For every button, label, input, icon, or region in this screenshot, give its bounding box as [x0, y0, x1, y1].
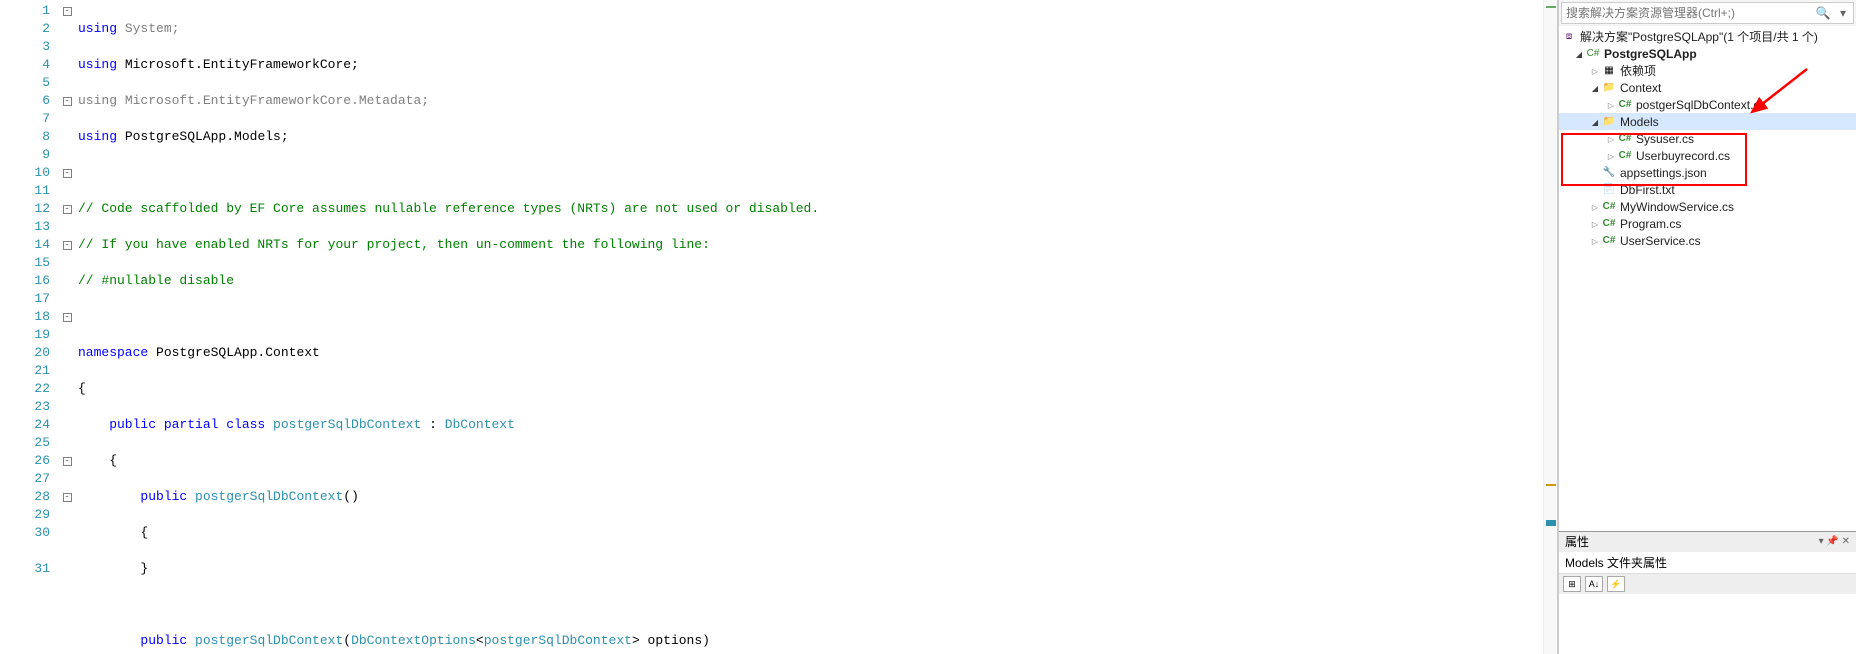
properties-title: 属性	[1565, 532, 1589, 552]
file-userservice[interactable]: C# UserService.cs	[1559, 232, 1856, 249]
project-node[interactable]: C# PostgreSQLApp	[1559, 45, 1856, 62]
file-label: DbFirst.txt	[1620, 183, 1675, 197]
fold-icon[interactable]: -	[63, 97, 72, 106]
cs-file-icon: C#	[1617, 131, 1633, 147]
deps-node[interactable]: ▦ 依赖项	[1559, 62, 1856, 79]
cs-file-icon: C#	[1601, 199, 1617, 215]
properties-grid[interactable]	[1559, 594, 1856, 654]
json-file-icon: 🔧	[1601, 165, 1617, 181]
solution-explorer: 🔍 ▾ ⧈ 解决方案"PostgreSQLApp"(1 个项目/共 1 个) C…	[1558, 0, 1856, 654]
solution-node[interactable]: ⧈ 解决方案"PostgreSQLApp"(1 个项目/共 1 个)	[1559, 28, 1856, 45]
file-label: UserService.cs	[1620, 234, 1701, 248]
folder-context[interactable]: 📁 Context	[1559, 79, 1856, 96]
fold-icon[interactable]: -	[63, 205, 72, 214]
fold-icon[interactable]: -	[63, 241, 72, 250]
folder-label: Models	[1620, 115, 1659, 129]
search-icon[interactable]: 🔍	[1813, 6, 1833, 20]
categorize-icon[interactable]: ⊞	[1563, 576, 1581, 592]
fold-icon[interactable]: -	[63, 169, 72, 178]
file-dbfirst[interactable]: 📄 DbFirst.txt	[1559, 181, 1856, 198]
csproj-icon: C#	[1585, 46, 1601, 62]
app-root: 1234567891011121314151617181920212223242…	[0, 0, 1856, 654]
solution-icon: ⧈	[1561, 29, 1577, 45]
expand-icon[interactable]	[1573, 49, 1585, 59]
file-dbcontext[interactable]: C# postgerSqlDbContext.cs	[1559, 96, 1856, 113]
file-label: Sysuser.cs	[1636, 132, 1694, 146]
fold-icon[interactable]: -	[63, 493, 72, 502]
code-area[interactable]: using System; using Microsoft.EntityFram…	[76, 0, 1557, 654]
cs-file-icon: C#	[1601, 216, 1617, 232]
pin-icon[interactable]: ▾ 📌 ✕	[1819, 536, 1850, 547]
file-appsettings[interactable]: 🔧 appsettings.json	[1559, 164, 1856, 181]
search-box[interactable]: 🔍 ▾	[1561, 2, 1854, 24]
scroll-indicator[interactable]	[1543, 0, 1557, 654]
fold-gutter[interactable]: - - - - - - - -	[58, 0, 76, 654]
expand-icon[interactable]	[1589, 219, 1601, 229]
expand-icon[interactable]	[1589, 83, 1601, 93]
folder-models[interactable]: 📁 Models	[1559, 113, 1856, 130]
expand-icon[interactable]	[1605, 100, 1617, 110]
expand-icon[interactable]	[1589, 236, 1601, 246]
file-label: MyWindowService.cs	[1620, 200, 1734, 214]
properties-header: Models 文件夹属性	[1559, 552, 1856, 574]
expand-icon[interactable]	[1605, 134, 1617, 144]
file-label: Program.cs	[1620, 217, 1681, 231]
deps-icon: ▦	[1601, 63, 1617, 79]
solution-tree[interactable]: ⧈ 解决方案"PostgreSQLApp"(1 个项目/共 1 个) C# Po…	[1559, 26, 1856, 531]
expand-icon[interactable]	[1589, 117, 1601, 127]
project-label: PostgreSQLApp	[1604, 47, 1697, 61]
expand-icon[interactable]	[1589, 66, 1601, 76]
solution-label: 解决方案"PostgreSQLApp"(1 个项目/共 1 个)	[1580, 28, 1818, 45]
props-tool-icon[interactable]: ⚡	[1607, 576, 1625, 592]
search-input[interactable]	[1562, 6, 1813, 20]
line-numbers: 1234567891011121314151617181920212223242…	[0, 0, 58, 654]
fold-icon[interactable]: -	[63, 457, 72, 466]
file-label: appsettings.json	[1620, 166, 1707, 180]
file-label: Userbuyrecord.cs	[1636, 149, 1730, 163]
folder-icon: 📁	[1601, 80, 1617, 96]
expand-icon[interactable]	[1605, 151, 1617, 161]
code-editor[interactable]: 1234567891011121314151617181920212223242…	[0, 0, 1558, 654]
deps-label: 依赖项	[1620, 62, 1656, 79]
properties-toolbar[interactable]: ⊞ A↓ ⚡	[1559, 574, 1856, 594]
folder-icon: 📁	[1601, 114, 1617, 130]
cs-file-icon: C#	[1617, 97, 1633, 113]
alphabetize-icon[interactable]: A↓	[1585, 576, 1603, 592]
file-mywindowservice[interactable]: C# MyWindowService.cs	[1559, 198, 1856, 215]
fold-icon[interactable]: -	[63, 313, 72, 322]
expand-icon[interactable]	[1589, 202, 1601, 212]
cs-file-icon: C#	[1617, 148, 1633, 164]
txt-file-icon: 📄	[1601, 182, 1617, 198]
file-sysuser[interactable]: C# Sysuser.cs	[1559, 130, 1856, 147]
file-userbuyrecord[interactable]: C# Userbuyrecord.cs	[1559, 147, 1856, 164]
properties-panel: 属性 ▾ 📌 ✕ Models 文件夹属性 ⊞ A↓ ⚡	[1559, 531, 1856, 654]
cs-file-icon: C#	[1601, 233, 1617, 249]
dropdown-icon[interactable]: ▾	[1833, 6, 1853, 20]
file-program[interactable]: C# Program.cs	[1559, 215, 1856, 232]
fold-icon[interactable]: -	[63, 7, 72, 16]
properties-title-bar[interactable]: 属性 ▾ 📌 ✕	[1559, 532, 1856, 552]
file-label: postgerSqlDbContext.cs	[1636, 98, 1765, 112]
folder-label: Context	[1620, 81, 1661, 95]
